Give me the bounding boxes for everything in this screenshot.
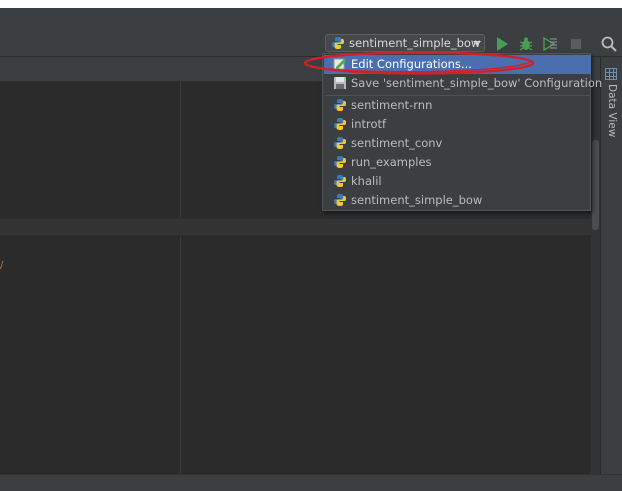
status-bar xyxy=(0,474,622,491)
menu-item-config[interactable]: introtf xyxy=(324,115,591,134)
menu-item-edit-configurations[interactable]: Edit Configurations... xyxy=(324,55,591,74)
chevron-down-icon[interactable] xyxy=(473,41,481,46)
menu-item-config[interactable]: sentiment_simple_bow xyxy=(324,191,591,210)
python-icon xyxy=(334,175,346,187)
menu-item-label: Save 'sentiment_simple_bow' Configuratio… xyxy=(351,76,603,90)
title-bar xyxy=(0,8,622,30)
run-configuration-label: sentiment_simple_bow xyxy=(349,36,481,50)
menu-item-label: sentiment_conv xyxy=(351,136,443,150)
python-icon xyxy=(334,118,346,130)
window-top-edge xyxy=(0,0,622,8)
python-icon xyxy=(334,156,346,168)
menu-item-config[interactable]: sentiment-rnn xyxy=(324,96,591,115)
gutter-marker: / xyxy=(0,260,4,271)
menu-item-label: khalil xyxy=(351,174,382,188)
run-configuration-selector[interactable]: sentiment_simple_bow xyxy=(325,34,485,52)
stop-icon[interactable] xyxy=(567,35,585,53)
edit-configurations-icon xyxy=(333,58,346,70)
search-icon[interactable] xyxy=(600,35,618,53)
menu-item-label: Edit Configurations... xyxy=(351,57,472,71)
menu-item-label: run_examples xyxy=(351,155,432,169)
python-icon xyxy=(334,194,346,206)
run-configurations-dropdown: Edit Configurations... Save 'sentiment_s… xyxy=(322,53,602,211)
debug-icon[interactable] xyxy=(517,35,535,53)
python-icon xyxy=(334,137,346,149)
menu-item-config[interactable]: run_examples xyxy=(324,153,591,172)
editor-split-divider[interactable] xyxy=(180,82,181,474)
editor-scrollbar-thumb[interactable] xyxy=(592,140,599,230)
menu-item-label: sentiment-rnn xyxy=(351,98,433,112)
menu-item-config[interactable]: khalil xyxy=(324,172,591,191)
menu-item-label: sentiment_simple_bow xyxy=(351,193,483,207)
save-icon xyxy=(334,77,346,89)
editor-highlight-band xyxy=(0,218,600,236)
menu-item-label: introtf xyxy=(351,117,387,131)
python-icon xyxy=(334,99,346,111)
run-with-coverage-icon[interactable] xyxy=(541,35,559,53)
python-icon xyxy=(332,37,344,49)
data-view-label: Data View xyxy=(606,84,618,138)
run-icon[interactable] xyxy=(493,35,511,53)
data-view-tool-tab[interactable]: Data View xyxy=(603,66,621,146)
data-view-grid-icon xyxy=(605,68,617,80)
menu-item-config[interactable]: sentiment_conv xyxy=(324,134,591,153)
menu-item-save-configuration[interactable]: Save 'sentiment_simple_bow' Configuratio… xyxy=(324,74,602,93)
